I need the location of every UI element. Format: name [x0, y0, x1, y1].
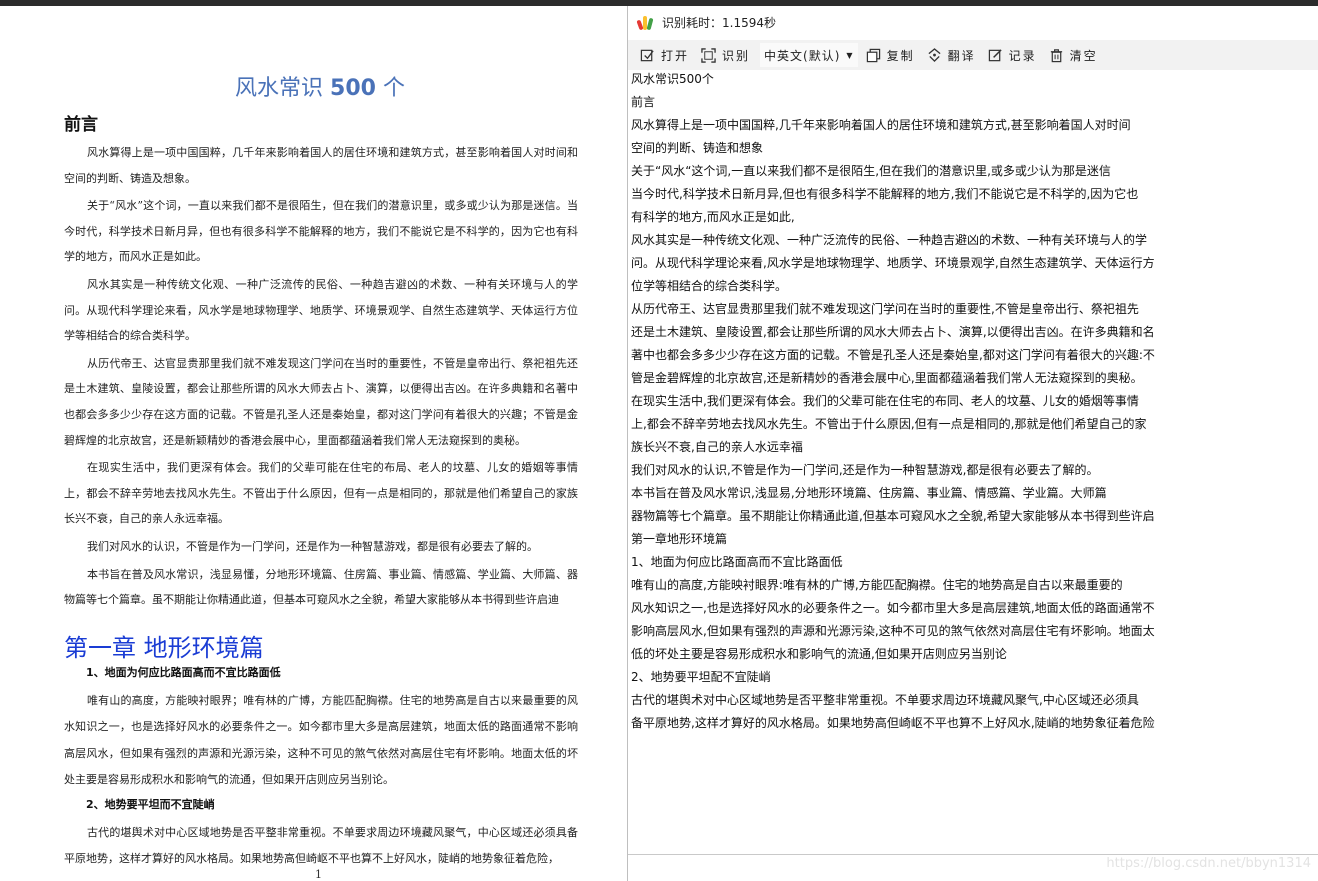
result-line: 我们对风水的认识,不管是作为一门学问,还是作为一种智慧游戏,都是很有必要去了解的… — [631, 463, 1099, 477]
section-heading: 1、地面为何应比路面高而不宜比路面低 — [86, 666, 281, 679]
window-titlebar: 识别耗时：1.1594秒 — [628, 6, 1318, 38]
section-paragraph: 古代的堪舆术对中心区域地势是否平整非常重视。不单要求周边环境藏风聚气，中心区域还… — [64, 826, 578, 866]
ocr-window: 识别耗时：1.1594秒 打开 识别 中英文(默认) ▼ 复制 翻译 记录 清空… — [627, 6, 1318, 881]
result-line: 备平原地势,这样才算好的风水格局。如果地势高但崎岖不平也算不上好风水,陡峭的地势… — [631, 716, 1155, 730]
result-line: 空间的判断、铸造和想象 — [631, 141, 764, 155]
scan-frame-icon — [701, 47, 716, 63]
section-heading: 2、地势要平坦而不宜陡峭 — [86, 798, 215, 811]
result-line: 管是金碧辉煌的北京故宫,还是新精妙的香港会展中心,里面都蕴涵着我们常人无法窥探到… — [631, 371, 1143, 385]
recognize-button[interactable]: 识别 — [701, 43, 750, 67]
record-label: 记录 — [1008, 48, 1037, 63]
result-line: 1、地面为何应比路面高而不宜比路面低 — [631, 555, 843, 569]
edit-icon — [988, 48, 1002, 61]
recognition-result-text[interactable]: 风水常识500个 前言风水算得上是一项中国国粹,几千年来影响着国人的居住环境和建筑… — [631, 68, 1311, 735]
result-line: 有科学的地方,而风水正是如此, — [631, 210, 795, 224]
clear-button[interactable]: 清空 — [1049, 43, 1098, 67]
result-line: 当今时代,科学技术日新月异,但也有很多科学不能解释的地方,我们不能说它是不科学的… — [631, 187, 1139, 201]
result-line: 风水知识之一,也是选择好风水的必要条件之一。如今都市里大多是高层建筑,地面太低的… — [631, 601, 1155, 615]
preface-paragraph: 从历代帝王、达官显贵那里我们就不难发现这门学问在当时的重要性，不管是皇帝出行、祭… — [64, 356, 578, 447]
result-line: 风水其实是一种传统文化观、一种广泛流传的民俗、一种趋吉避凶的术数、一种有关环境与… — [631, 233, 1148, 247]
result-line: 著中也都会多多少少存在这方面的记载。不管是孔圣人还是秦始皇,都对这门学问有着很大… — [631, 348, 1155, 362]
preface-paragraph: 风水其实是一种传统文化观、一种广泛流传的民俗、一种趋吉避凶的术数、一种有关环境与… — [64, 277, 578, 343]
trash-icon — [1050, 48, 1062, 62]
document-title: 风水常识 500 个 — [0, 70, 628, 102]
document-title-suffix: 个 — [375, 76, 405, 101]
chapter-heading: 第一章 地形环境篇 — [64, 634, 264, 662]
copy-label: 复制 — [886, 48, 915, 63]
copy-button[interactable]: 复制 — [866, 43, 915, 67]
open-icon — [640, 49, 654, 61]
clear-label: 清空 — [1069, 48, 1098, 63]
window-title: 识别耗时：1.1594秒 — [662, 15, 776, 30]
result-line: 器物篇等七个篇章。虽不期能让你精通此道,但基本可窥风水之全貌,希望大家能够从本书… — [631, 509, 1155, 523]
preface-body: 风水算得上是一项中国国粹，几千年来影响着国人的居住环境和建筑方式，甚至影响着国人… — [64, 140, 578, 615]
toolbar: 打开 识别 中英文(默认) ▼ 复制 翻译 记录 清空 — [628, 40, 1318, 70]
preface-paragraph: 本书旨在普及风水常识，浅显易懂，分地形环境篇、住房篇、事业篇、情感篇、学业篇、大… — [64, 567, 578, 607]
result-line: 第一章地形环境篇 — [631, 532, 728, 546]
result-line: 关于“风水“这个词,一直以来我们都不是很陌生,但在我们的潜意识里,或多或少认为那… — [631, 164, 1111, 178]
record-button[interactable]: 记录 — [988, 43, 1037, 67]
section-paragraph: 唯有山的高度，方能映衬眼界；唯有林的广博，方能匹配胸襟。住宅的地势高是自古以来最… — [64, 694, 578, 787]
result-line: 族长兴不衰,自己的亲人水远幸福 — [631, 440, 803, 454]
copy-icon — [866, 48, 880, 62]
app-logo-icon — [636, 14, 654, 31]
preface-paragraph: 在现实生活中，我们更深有体会。我们的父辈可能在住宅的布局、老人的坟墓、儿女的婚姻… — [64, 461, 578, 526]
chevron-down-icon: ▼ — [846, 50, 854, 60]
document-title-prefix: 风水常识 — [235, 76, 331, 101]
document-title-number: 500 — [330, 76, 376, 101]
document-page: 风水常识 500 个 前言 风水算得上是一项中国国粹，几千年来影响着国人的居住环… — [0, 6, 628, 881]
section-1: 1、地面为何应比路面高而不宜比路面低 唯有山的高度，方能映衬眼界；唯有林的广博，… — [64, 664, 578, 802]
translate-icon — [928, 47, 941, 62]
preface-paragraph: 风水算得上是一项中国国粹，几千年来影响着国人的居住环境和建筑方式，甚至影响着国人… — [64, 146, 578, 185]
result-line: 低的坏处主要是容易形成积水和影响气的流通,但如果开店则应另当别论 — [631, 647, 1007, 661]
preface-paragraph: 我们对风水的认识，不管是作为一门学问，还是作为一种智慧游戏，都是很有必要去了解的… — [87, 539, 538, 553]
recognize-label: 识别 — [722, 48, 751, 63]
preface-heading: 前言 — [64, 115, 98, 135]
open-label: 打开 — [661, 48, 690, 63]
window-bottom-divider — [628, 854, 1318, 855]
result-line: 上,都会不辞辛劳地去找风水先生。不管出于什么原因,但有一点是相同的,那就是他们希… — [631, 417, 1147, 431]
result-line: 从历代帝王、达官显贵那里我们就不难发现这门学问在当时的重要性,不管是皇帝出行、祭… — [631, 302, 1139, 316]
result-line: 在现实生活中,我们更深有体会。我们的父辈可能在住宅的布同、老人的坟墓、儿女的婚烟… — [631, 394, 1139, 408]
result-line: 问。从现代科学理论来看,风水学是地球物理学、地质学、环境景观学,自然生态建筑学、… — [631, 256, 1155, 270]
result-line: 2、地势要平坦配不宜陡峭 — [631, 670, 771, 684]
translate-label: 翻译 — [947, 48, 976, 63]
result-line: 位学等相结合的综合类科学。 — [631, 279, 788, 293]
open-button[interactable]: 打开 — [640, 43, 689, 67]
page-number: 1 — [315, 868, 322, 881]
result-line: 本书旨在普及风水常识,浅显易,分地形环境篇、住房篇、事业篇、情感篇、学业篇。大师… — [631, 486, 1107, 500]
result-line: 唯有山的高度,方能映衬眼界:唯有林的广博,方能匹配胸襟。住宅的地势高是自古以来最… — [631, 578, 1123, 592]
result-line: 风水算得上是一项中国国粹,几千年来影响着国人的居住环境和建筑方式,甚至影响着国人… — [631, 118, 1131, 132]
watermark: https://blog.csdn.net/bbyn1314 — [1106, 856, 1311, 871]
result-line: 古代的堪舆术对中心区域地势是否平整非常重视。不单要求周边环境藏风聚气,中心区域还… — [631, 693, 1139, 707]
translate-button[interactable]: 翻译 — [927, 43, 976, 67]
preface-paragraph: 关于“风水”这个词，一直以来我们都不是很陌生，但在我们的潜意识里，或多或少认为那… — [64, 199, 578, 264]
result-line: 影响高层风水,但如果有强烈的声源和光源污染,这种不可见的煞气依然对高层住宅有坏影… — [631, 624, 1155, 638]
result-line: 前言 — [631, 95, 656, 109]
result-line: 风水常识500个 — [631, 72, 714, 86]
result-line: 还是土木建筑、皇陵设置,都会让那些所谓的风水大师去占卜、演算,以便得出吉凶。在许… — [631, 325, 1155, 339]
language-select[interactable]: 中英文(默认) ▼ — [760, 43, 858, 67]
language-select-value: 中英文(默认) — [764, 48, 841, 63]
